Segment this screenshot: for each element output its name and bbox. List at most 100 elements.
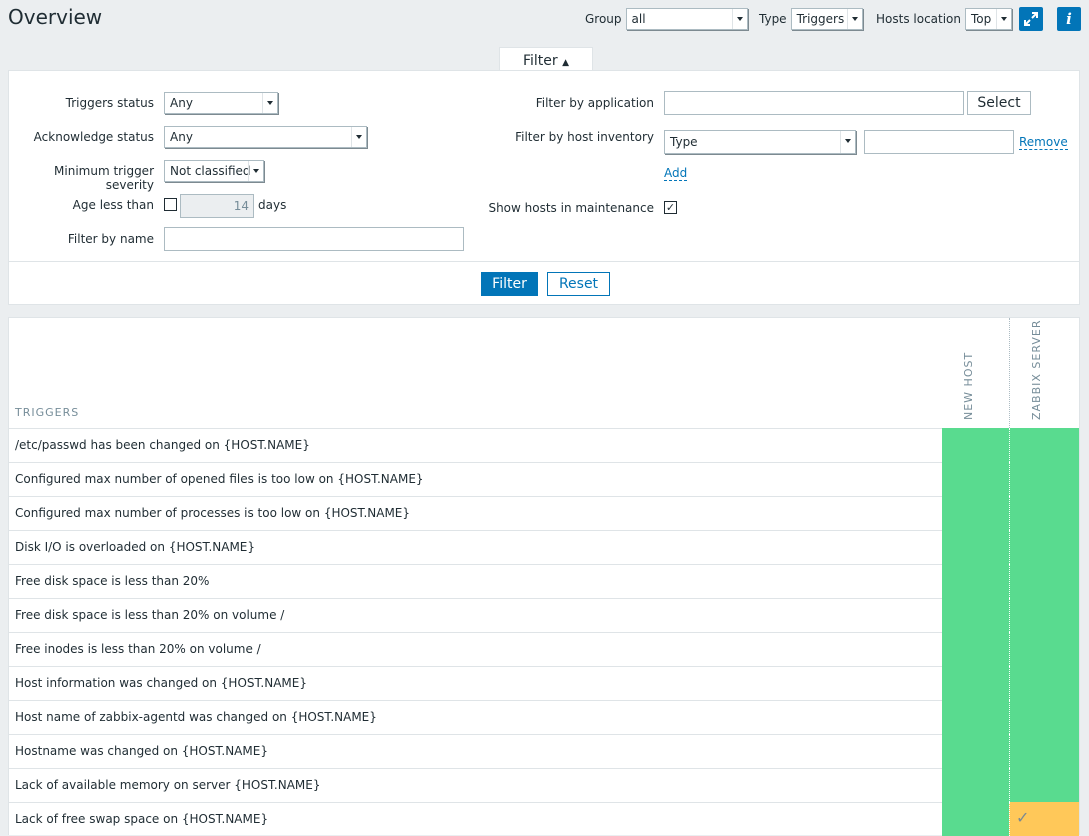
inventory-field-select[interactable]: Type xyxy=(664,130,856,154)
status-cell[interactable] xyxy=(942,734,1009,768)
status-cell[interactable] xyxy=(1009,530,1079,564)
filter-by-application-input[interactable] xyxy=(664,91,964,115)
group-label: Group xyxy=(585,12,622,26)
trigger-name[interactable]: /etc/passwd has been changed on {HOST.NA… xyxy=(15,438,310,452)
table-row: Host information was changed on {HOST.NA… xyxy=(9,666,1079,700)
chevron-down-icon xyxy=(846,9,862,29)
trigger-name[interactable]: Configured max number of opened files is… xyxy=(15,472,424,486)
host-column-header[interactable]: ZABBIX SERVER xyxy=(1009,318,1076,428)
trigger-name[interactable]: Host name of zabbix-agentd was changed o… xyxy=(15,710,377,724)
table-row: Free inodes is less than 20% on volume / xyxy=(9,632,1079,666)
group-select[interactable]: all xyxy=(625,8,748,30)
trigger-name[interactable]: Lack of available memory on server {HOST… xyxy=(15,778,320,792)
trigger-name[interactable]: Disk I/O is overloaded on {HOST.NAME} xyxy=(15,540,255,554)
triggers-status-value: Any xyxy=(170,96,193,110)
table-row: /etc/passwd has been changed on {HOST.NA… xyxy=(9,428,1079,462)
chevron-down-icon xyxy=(731,9,747,29)
status-cell[interactable] xyxy=(1009,768,1079,802)
chevron-down-icon xyxy=(996,9,1011,29)
status-cell[interactable] xyxy=(942,530,1009,564)
host-column-header[interactable]: NEW HOST xyxy=(942,318,1008,428)
chevron-down-icon xyxy=(351,127,366,147)
age-unit-label: days xyxy=(258,198,287,212)
filter-divider xyxy=(9,261,1079,262)
table-row: Configured max number of opened files is… xyxy=(9,462,1079,496)
chevron-down-icon xyxy=(262,93,277,113)
status-cell[interactable] xyxy=(1009,632,1079,666)
page-title: Overview xyxy=(8,5,103,29)
status-cell[interactable] xyxy=(942,768,1009,802)
triggers-status-label: Triggers status xyxy=(65,96,154,110)
table-row: Lack of available memory on server {HOST… xyxy=(9,768,1079,802)
host-column-label: NEW HOST xyxy=(962,351,975,420)
trigger-name[interactable]: Host information was changed on {HOST.NA… xyxy=(15,676,307,690)
chevron-down-icon xyxy=(840,131,855,153)
trigger-name[interactable]: Free disk space is less than 20% on volu… xyxy=(15,608,284,622)
status-cell[interactable] xyxy=(942,462,1009,496)
age-less-than-label: Age less than xyxy=(72,198,154,212)
type-select[interactable]: Triggers xyxy=(790,8,863,30)
filter-tab[interactable]: Filter ▲ xyxy=(499,47,593,72)
add-inventory-link[interactable]: Add xyxy=(664,166,688,181)
min-severity-select[interactable]: Not classified xyxy=(164,160,264,182)
triggers-status-select[interactable]: Any xyxy=(164,92,278,114)
select-application-button[interactable]: Select xyxy=(967,91,1031,115)
status-cell[interactable] xyxy=(1009,734,1079,768)
info-button[interactable]: i xyxy=(1057,7,1081,31)
status-cell[interactable] xyxy=(1009,462,1079,496)
age-days-input[interactable]: 14 xyxy=(180,194,254,218)
min-severity-label: Minimum trigger severity xyxy=(54,164,154,192)
status-cell[interactable] xyxy=(1009,496,1079,530)
filter-by-inventory-label: Filter by host inventory xyxy=(515,130,654,144)
status-cell[interactable] xyxy=(1009,564,1079,598)
reset-button[interactable]: Reset xyxy=(547,272,610,296)
table-row: Disk I/O is overloaded on {HOST.NAME} xyxy=(9,530,1079,564)
trigger-name[interactable]: Free inodes is less than 20% on volume / xyxy=(15,642,261,656)
status-cell[interactable] xyxy=(1009,700,1079,734)
status-cell[interactable] xyxy=(942,632,1009,666)
check-icon: ✓ xyxy=(1016,808,1030,827)
chevron-up-icon: ▲ xyxy=(562,58,570,68)
hosts-location-select[interactable]: Top xyxy=(965,8,1013,30)
status-cell[interactable] xyxy=(942,598,1009,632)
table-row: Configured max number of processes is to… xyxy=(9,496,1079,530)
inventory-value-input[interactable] xyxy=(864,130,1014,154)
min-severity-value: Not classified xyxy=(170,164,251,178)
filter-panel: Triggers status Any Acknowledge status A… xyxy=(8,70,1080,305)
filter-by-application-label: Filter by application xyxy=(535,96,654,110)
trigger-name[interactable]: Hostname was changed on {HOST.NAME} xyxy=(15,744,268,758)
ack-status-select[interactable]: Any xyxy=(164,126,367,148)
status-cell[interactable] xyxy=(942,564,1009,598)
trigger-name[interactable]: Lack of free swap space on {HOST.NAME} xyxy=(15,812,268,826)
filter-by-name-input[interactable] xyxy=(164,227,464,251)
fullscreen-icon xyxy=(1024,12,1038,26)
fullscreen-button[interactable] xyxy=(1019,7,1043,31)
status-cell[interactable] xyxy=(942,802,1009,836)
show-maintenance-checkbox[interactable]: ✓ xyxy=(664,201,677,214)
status-cell[interactable] xyxy=(942,428,1009,462)
filter-button[interactable]: Filter xyxy=(481,272,538,296)
status-cell[interactable] xyxy=(1009,666,1079,700)
trigger-name[interactable]: Configured max number of processes is to… xyxy=(15,506,410,520)
trigger-name[interactable]: Free disk space is less than 20% xyxy=(15,574,209,588)
filter-by-name-label: Filter by name xyxy=(67,232,154,246)
hosts-location-label: Hosts location xyxy=(876,12,962,26)
status-cell[interactable] xyxy=(942,666,1009,700)
status-cell[interactable] xyxy=(1009,598,1079,632)
hosts-location-value: Top xyxy=(971,12,992,26)
table-row: Free disk space is less than 20% xyxy=(9,564,1079,598)
status-cell[interactable] xyxy=(1009,428,1079,462)
ack-status-label: Acknowledge status xyxy=(33,130,154,144)
inventory-field-value: Type xyxy=(670,135,698,149)
show-maintenance-label: Show hosts in maintenance xyxy=(488,201,654,215)
status-cell[interactable] xyxy=(942,700,1009,734)
status-cell[interactable] xyxy=(942,496,1009,530)
table-row: Hostname was changed on {HOST.NAME} xyxy=(9,734,1079,768)
ack-status-value: Any xyxy=(170,130,193,144)
remove-inventory-link[interactable]: Remove xyxy=(1019,135,1068,150)
overview-table: TRIGGERS NEW HOST ZABBIX SERVER /etc/pas… xyxy=(8,317,1080,836)
info-icon: i xyxy=(1066,10,1072,28)
age-checkbox[interactable] xyxy=(164,198,177,211)
type-label: Type xyxy=(759,12,787,26)
status-cell[interactable]: ✓ xyxy=(1009,802,1079,836)
